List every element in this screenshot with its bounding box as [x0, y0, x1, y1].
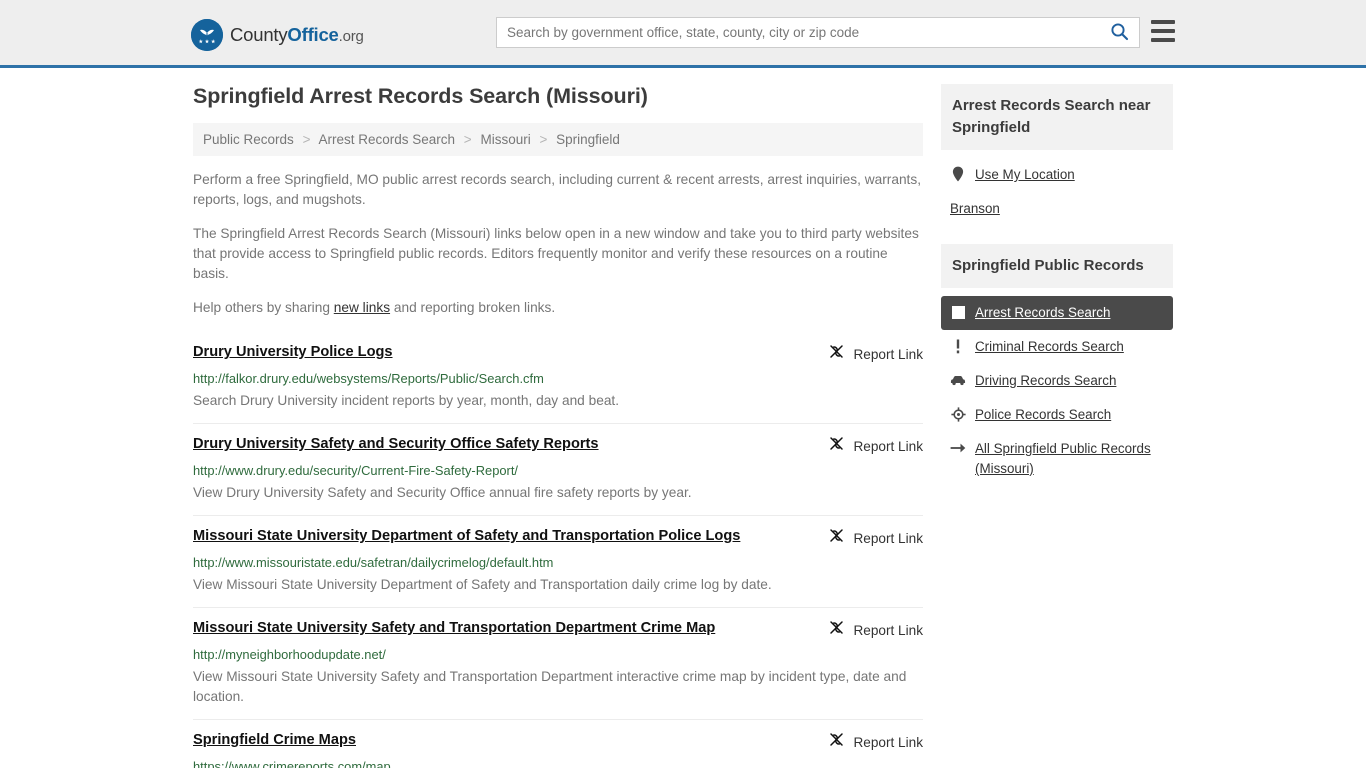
search-bar[interactable]: [496, 17, 1140, 48]
report-link-button[interactable]: Report Link: [828, 730, 923, 753]
report-link-label: Report Link: [853, 438, 923, 454]
intro-paragraph-3: Help others by sharing new links and rep…: [193, 298, 923, 318]
near-box-heading: Arrest Records Search near Springfield: [941, 84, 1173, 150]
report-link-label: Report Link: [853, 734, 923, 750]
new-links-link[interactable]: new links: [334, 300, 390, 315]
result-item: Drury University Police Logs Report Link: [193, 332, 923, 424]
breadcrumb-separator: >: [463, 132, 472, 147]
sidebar: Arrest Records Search near Springfield U…: [941, 84, 1173, 768]
result-title-link[interactable]: Missouri State University Department of …: [193, 526, 740, 546]
public-records-box-heading: Springfield Public Records: [941, 244, 1173, 288]
sidebar-item-label: Arrest Records Search: [975, 305, 1111, 320]
search-icon: [1110, 22, 1129, 44]
report-link-button[interactable]: Report Link: [828, 526, 923, 549]
logo-text-org: .org: [338, 28, 364, 45]
intro-text: Perform a free Springfield, MO public ar…: [193, 170, 923, 318]
broken-link-icon: [828, 731, 845, 753]
sidebar-item-all-public-records[interactable]: All Springfield Public Records (Missouri…: [941, 432, 1173, 486]
report-link-label: Report Link: [853, 530, 923, 546]
sidebar-item-label: Driving Records Search: [975, 373, 1117, 388]
result-description: Search Drury University incident reports…: [193, 393, 620, 408]
sidebar-item-police-records-search[interactable]: Police Records Search: [941, 398, 1173, 432]
sidebar-item-branson[interactable]: Branson: [941, 192, 1173, 226]
breadcrumb-item-public-records[interactable]: Public Records: [203, 132, 294, 147]
logo-text-county: County: [230, 24, 288, 45]
hamburger-bar-2: [1151, 29, 1175, 33]
result-description: View Missouri State University Safety an…: [193, 669, 907, 704]
near-box: Arrest Records Search near Springfield U…: [941, 84, 1173, 226]
search-button[interactable]: [1099, 18, 1139, 47]
broken-link-icon: [828, 343, 845, 365]
sidebar-item-label: Police Records Search: [975, 407, 1112, 422]
arrow-right-icon: [950, 439, 966, 457]
result-item: Drury University Safety and Security Off…: [193, 424, 923, 516]
result-description: View Missouri State University Departmen…: [193, 577, 772, 592]
public-records-box: Springfield Public Records Arrest Record…: [941, 244, 1173, 486]
site-logo[interactable]: CountyOffice.org: [191, 19, 364, 51]
hamburger-bar-1: [1151, 20, 1175, 24]
result-title-link[interactable]: Drury University Safety and Security Off…: [193, 434, 599, 454]
breadcrumb-item-missouri[interactable]: Missouri: [480, 132, 530, 147]
result-url: http://www.missouristate.edu/safetran/da…: [193, 555, 554, 570]
result-title-link[interactable]: Springfield Crime Maps: [193, 730, 356, 750]
report-link-button[interactable]: Report Link: [828, 618, 923, 641]
result-url: http://myneighborhoodupdate.net/: [193, 647, 386, 662]
broken-link-icon: [828, 619, 845, 641]
sidebar-item-label: Criminal Records Search: [975, 339, 1124, 354]
result-url: https://www.crimereports.com/map: [193, 759, 391, 768]
report-link-label: Report Link: [853, 346, 923, 362]
eagle-seal-icon: [191, 19, 223, 51]
location-pin-icon: [950, 165, 966, 183]
hamburger-menu-icon[interactable]: [1151, 20, 1175, 42]
breadcrumb-separator: >: [539, 132, 548, 147]
result-item: Springfield Crime Maps Report Link https…: [193, 720, 923, 768]
sidebar-item-label: Branson: [950, 201, 1000, 216]
intro-paragraph-2: The Springfield Arrest Records Search (M…: [193, 226, 919, 281]
result-url: http://www.drury.edu/security/Current-Fi…: [193, 463, 518, 478]
page-body: Springfield Arrest Records Search (Misso…: [0, 68, 1366, 768]
sidebar-item-use-my-location[interactable]: Use My Location: [941, 158, 1173, 192]
target-icon: [950, 405, 966, 423]
hamburger-bar-3: [1151, 38, 1175, 42]
sidebar-item-arrest-records-search[interactable]: Arrest Records Search: [941, 296, 1173, 330]
result-url: http://falkor.drury.edu/websystems/Repor…: [193, 371, 544, 386]
results-list: Drury University Police Logs Report Link: [193, 332, 923, 768]
breadcrumb-separator: >: [302, 132, 311, 147]
breadcrumb-item-arrest-records-search[interactable]: Arrest Records Search: [318, 132, 455, 147]
sidebar-item-label: All Springfield Public Records (Missouri…: [975, 441, 1151, 476]
main-content: Springfield Arrest Records Search (Misso…: [193, 84, 923, 768]
breadcrumb-item-springfield: Springfield: [556, 132, 620, 147]
broken-link-icon: [828, 527, 845, 549]
intro-p3-after: and reporting broken links.: [390, 300, 556, 315]
report-link-button[interactable]: Report Link: [828, 434, 923, 457]
sidebar-item-driving-records-search[interactable]: Driving Records Search: [941, 364, 1173, 398]
result-description: View Drury University Safety and Securit…: [193, 485, 692, 500]
page-title: Springfield Arrest Records Search (Misso…: [193, 84, 648, 108]
result-item: Missouri State University Department of …: [193, 516, 923, 608]
site-header: CountyOffice.org: [0, 0, 1366, 68]
logo-text-office: Office: [287, 24, 339, 45]
report-link-label: Report Link: [853, 622, 923, 638]
breadcrumb: Public Records > Arrest Records Search >…: [193, 123, 923, 156]
broken-link-icon: [828, 435, 845, 457]
search-input[interactable]: [497, 18, 1099, 47]
sidebar-item-criminal-records-search[interactable]: Criminal Records Search: [941, 330, 1173, 364]
sidebar-item-label: Use My Location: [975, 167, 1075, 182]
logo-wordmark: CountyOffice.org: [230, 24, 364, 46]
car-icon: [950, 371, 966, 389]
intro-paragraph-1: Perform a free Springfield, MO public ar…: [193, 172, 922, 207]
exclamation-icon: [950, 337, 966, 355]
square-icon: [950, 303, 966, 321]
result-item: Missouri State University Safety and Tra…: [193, 608, 923, 720]
report-link-button[interactable]: Report Link: [828, 342, 923, 365]
intro-p3-before: Help others by sharing: [193, 300, 334, 315]
result-title-link[interactable]: Missouri State University Safety and Tra…: [193, 618, 715, 638]
result-title-link[interactable]: Drury University Police Logs: [193, 342, 393, 362]
